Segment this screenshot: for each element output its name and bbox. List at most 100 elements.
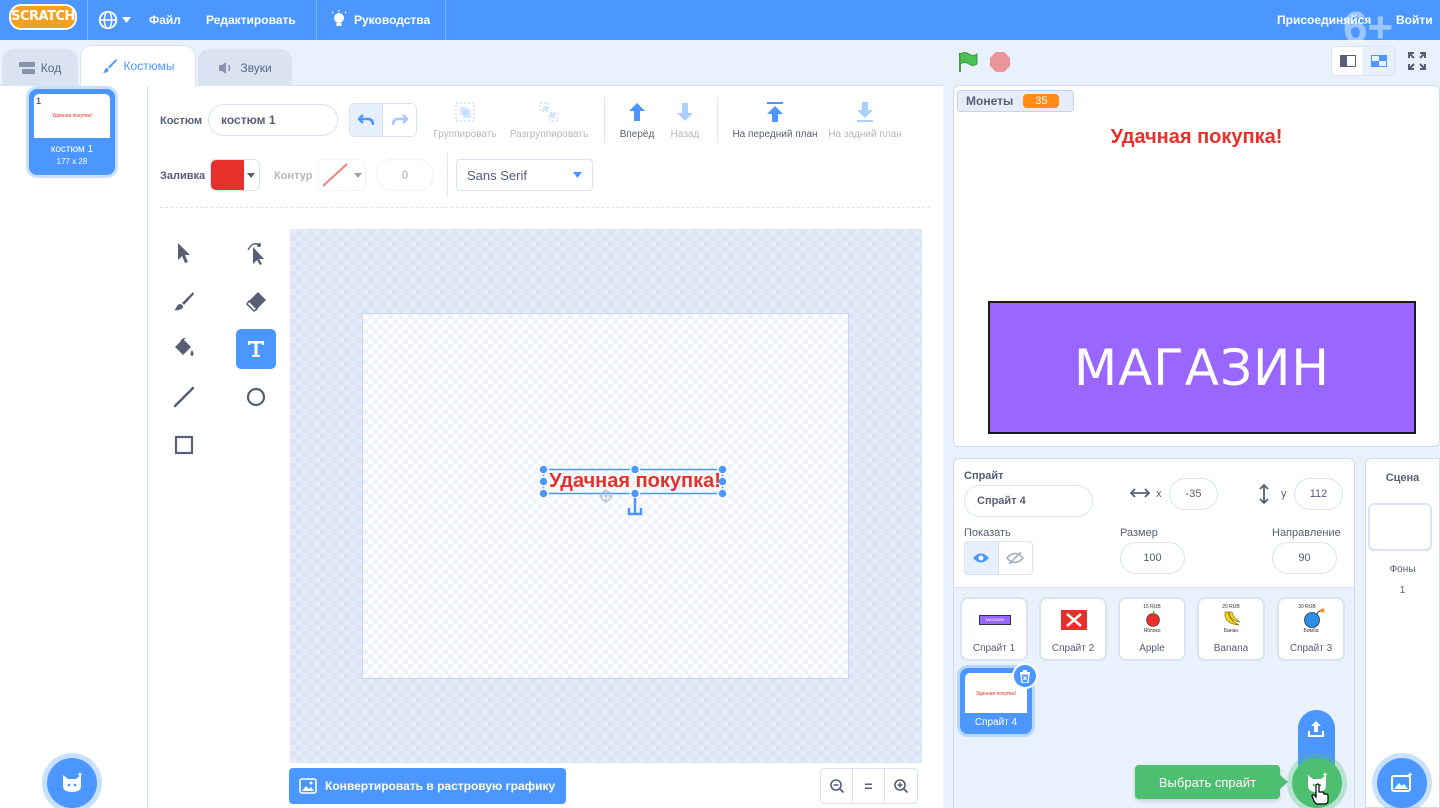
tooltip-arrow — [1280, 775, 1288, 789]
zoom-out-button[interactable] — [821, 769, 854, 803]
canvas-text-object[interactable]: Удачная покупка! — [544, 469, 726, 493]
file-menu[interactable]: Файл — [149, 13, 181, 27]
outline-dropdown-caret — [351, 160, 365, 190]
speaker-icon — [219, 61, 231, 74]
tab-sounds-label: Звуки — [240, 60, 272, 75]
no-color-icon — [322, 163, 348, 187]
costume-tile-1[interactable]: 1 Удачная покупка! костюм 1 177 x 28 — [29, 89, 115, 175]
zoom-out-icon — [829, 779, 844, 794]
globe-icon — [98, 10, 118, 30]
reshape-tool[interactable] — [236, 233, 276, 273]
eraser-tool[interactable] — [236, 281, 276, 321]
monitor-value: 35 — [1023, 94, 1060, 108]
variable-monitor[interactable]: Монеты 35 — [957, 90, 1074, 112]
sprite-tile-1[interactable]: МАГАЗИН Спрайт 1 — [960, 597, 1028, 661]
fill-tool[interactable] — [164, 329, 204, 369]
apple-price: 15 RUB — [1143, 604, 1161, 610]
hide-sprite-button[interactable] — [999, 542, 1033, 574]
font-select[interactable]: Sans Serif — [456, 159, 593, 191]
redo-button[interactable] — [383, 104, 416, 136]
signin-link[interactable]: Войти — [1396, 13, 1433, 27]
costume-thumbnail: 1 Удачная покупка! — [34, 94, 110, 138]
to-front-button[interactable]: На передний план — [729, 101, 821, 140]
group-label: Группировать — [433, 129, 497, 140]
backward-arrow-icon — [677, 103, 693, 121]
backdrops-label: Фоны — [1389, 564, 1416, 575]
choose-backdrop-button[interactable] — [1377, 758, 1427, 808]
scene-title: Сцена — [1385, 472, 1420, 484]
upload-icon — [1308, 721, 1324, 737]
monitor-label: Монеты — [966, 94, 1014, 108]
sprite-name-input[interactable]: Спрайт 4 — [964, 485, 1093, 517]
text-tool[interactable] — [236, 329, 276, 369]
group-button[interactable]: Группировать — [432, 101, 498, 140]
sprite-tile-banana[interactable]: 20 RUB Банан Banana — [1197, 597, 1265, 661]
bomb-label: Бомба — [1303, 628, 1319, 634]
sprite-label: Спрайт — [964, 470, 1004, 482]
large-stage-button[interactable] — [1363, 47, 1394, 75]
to-back-button[interactable]: На задний план — [826, 101, 904, 140]
to-back-label: На задний план — [828, 129, 902, 140]
backward-button[interactable]: Назад — [665, 101, 705, 140]
sprite-tile-2[interactable]: Спрайт 2 — [1039, 597, 1107, 661]
outline-width-input[interactable]: 0 — [376, 159, 434, 191]
rectangle-tool[interactable] — [164, 425, 204, 465]
caret-down-icon — [354, 172, 362, 178]
tab-code-label: Код — [40, 60, 62, 75]
forward-button[interactable]: Вперёд — [612, 101, 662, 140]
show-sprite-button[interactable] — [965, 542, 999, 574]
convert-bitmap-label: Конвертировать в растровую графику — [325, 779, 556, 793]
outline-label: Контур — [274, 170, 313, 182]
zoom-reset-button[interactable]: = — [853, 769, 885, 803]
sprite-tile-3[interactable]: 30 RUB Бомба Спрайт 3 — [1277, 597, 1345, 661]
stage-size-toggle — [1331, 46, 1395, 76]
y-position-input[interactable]: 112 — [1294, 478, 1343, 510]
sprite-name: Banana — [1213, 643, 1249, 654]
sprite-name: Apple — [1139, 643, 1165, 654]
age-rating-watermark: 6+ — [1343, 3, 1394, 52]
tab-costumes[interactable]: Костюмы — [80, 45, 196, 86]
paint-bucket-icon — [175, 338, 194, 356]
costume-size: 177 x 28 — [56, 157, 88, 166]
zoom-in-button[interactable] — [885, 769, 917, 803]
fill-color-picker[interactable] — [210, 159, 260, 191]
language-menu[interactable] — [97, 8, 135, 32]
line-tool[interactable] — [164, 377, 204, 417]
green-flag-button[interactable] — [957, 51, 979, 78]
x-position-input[interactable]: -35 — [1169, 478, 1218, 510]
delete-sprite-button[interactable] — [1012, 663, 1038, 689]
backdrop-thumbnail[interactable] — [1368, 503, 1432, 551]
sprite-tile-apple[interactable]: 15 RUB Яблоко Apple — [1118, 597, 1186, 661]
brush-tool[interactable] — [164, 281, 204, 321]
stop-button[interactable] — [989, 51, 1011, 78]
sprite-name: Спрайт 1 — [972, 643, 1016, 654]
circle-tool[interactable] — [236, 377, 276, 417]
to-front-label: На передний план — [732, 129, 818, 140]
group-icon — [455, 102, 475, 122]
caret-down-icon — [122, 17, 131, 23]
ungroup-button[interactable]: Разгруппировать — [506, 101, 592, 140]
brush-icon — [174, 292, 194, 311]
direction-input[interactable]: 90 — [1272, 542, 1337, 574]
small-stage-button[interactable] — [1332, 47, 1363, 75]
size-input[interactable]: 100 — [1120, 542, 1185, 574]
upload-sprite-button[interactable] — [1305, 718, 1327, 745]
green-flag-icon — [959, 52, 978, 72]
tutorials-menu[interactable]: Руководства — [330, 7, 430, 33]
scratch-logo[interactable]: SCRATCH — [9, 4, 77, 30]
undo-button[interactable] — [350, 104, 384, 136]
shop-sprite[interactable]: МАГАЗИН — [988, 301, 1416, 434]
tab-code[interactable]: Код — [2, 49, 78, 85]
choose-costume-button[interactable] — [47, 758, 97, 808]
eye-icon — [973, 553, 990, 563]
edit-menu[interactable]: Редактировать — [206, 13, 296, 27]
apple-icon — [1146, 611, 1160, 627]
convert-bitmap-button[interactable]: Конвертировать в растровую графику — [289, 768, 566, 804]
select-tool[interactable] — [164, 233, 204, 273]
costume-name-input[interactable]: костюм 1 — [208, 104, 338, 136]
fullscreen-button[interactable] — [1406, 50, 1428, 77]
sprite-name: Спрайт 2 — [1051, 643, 1095, 654]
font-select-value: Sans Serif — [467, 167, 527, 183]
tab-sounds[interactable]: Звуки — [198, 49, 292, 85]
outline-color-picker[interactable] — [318, 159, 366, 191]
